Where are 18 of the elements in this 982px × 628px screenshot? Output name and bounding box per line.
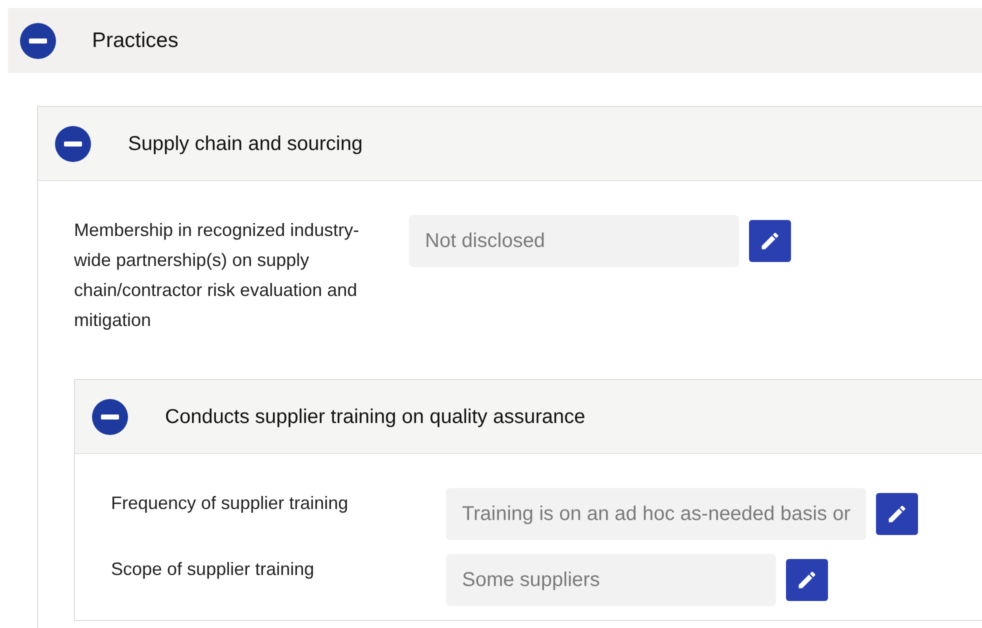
section-title: Practices xyxy=(92,28,178,54)
field-label: Membership in recognized industry-wide partnership(s) on supply chain/contractor risk evaluation and mitigation xyxy=(74,219,360,332)
field-label: Frequency of supplier training xyxy=(111,492,350,515)
collapse-icon[interactable] xyxy=(20,22,56,58)
section-title: Supply chain and sourcing xyxy=(128,132,363,156)
value-field[interactable]: Not disclosed xyxy=(409,215,739,267)
field-label: Scope of supplier training xyxy=(111,558,316,581)
pencil-icon xyxy=(759,230,781,252)
edit-button[interactable] xyxy=(876,493,918,535)
pencil-icon xyxy=(796,569,818,591)
section-title: Conducts supplier training on quality assurance xyxy=(165,404,586,430)
pencil-icon xyxy=(886,503,908,525)
collapse-icon[interactable] xyxy=(55,126,91,162)
value-field[interactable]: Training is on an ad hoc as-needed basis or xyxy=(446,488,866,540)
value-field[interactable]: Some suppliers xyxy=(446,554,776,606)
edit-button[interactable] xyxy=(786,559,828,601)
collapse-icon[interactable] xyxy=(92,398,128,434)
edit-button[interactable] xyxy=(749,220,791,262)
